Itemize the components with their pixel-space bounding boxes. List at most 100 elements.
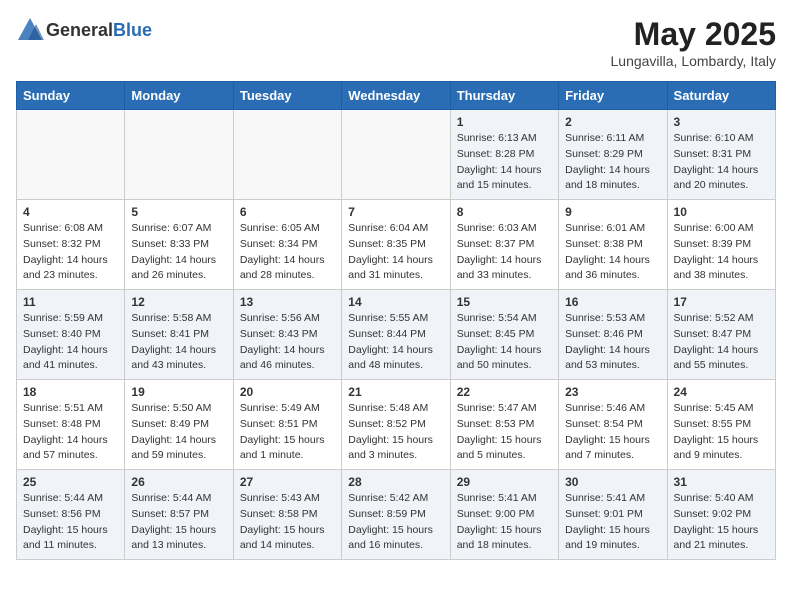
day-number: 20 <box>240 385 335 399</box>
day-number: 16 <box>565 295 660 309</box>
day-number: 19 <box>131 385 226 399</box>
calendar-cell: 17Sunrise: 5:52 AMSunset: 8:47 PMDayligh… <box>667 290 775 380</box>
calendar-week-row: 25Sunrise: 5:44 AMSunset: 8:56 PMDayligh… <box>17 470 776 560</box>
day-number: 10 <box>674 205 769 219</box>
day-info: Sunrise: 6:07 AMSunset: 8:33 PMDaylight:… <box>131 221 226 284</box>
logo-blue-text: Blue <box>113 20 152 40</box>
day-info: Sunrise: 6:00 AMSunset: 8:39 PMDaylight:… <box>674 221 769 284</box>
day-info: Sunrise: 6:03 AMSunset: 8:37 PMDaylight:… <box>457 221 552 284</box>
day-number: 27 <box>240 475 335 489</box>
calendar-cell: 14 Sunrise: 5:55 AMSunset: 8:44 PMDayligh… <box>342 290 450 380</box>
calendar-cell: 10 Sunrise: 6:00 AMSunset: 8:39 PMDayligh… <box>667 200 775 290</box>
calendar-cell: 7 Sunrise: 6:04 AMSunset: 8:35 PMDaylight… <box>342 200 450 290</box>
day-number: 2 <box>565 115 660 129</box>
calendar-cell <box>342 110 450 200</box>
day-of-week-header: Friday <box>559 82 667 110</box>
day-info: Sunrise: 5:51 AMSunset: 8:48 PMDaylight:… <box>23 401 118 464</box>
day-number: 17 <box>674 295 769 309</box>
calendar-cell <box>233 110 341 200</box>
calendar-cell: 23Sunrise: 5:46 AMSunset: 8:54 PMDayligh… <box>559 380 667 470</box>
calendar-cell: 27 Sunrise: 5:43 AMSunset: 8:58 PMDayligh… <box>233 470 341 560</box>
day-info: Sunrise: 5:48 AMSunset: 8:52 PMDaylight:… <box>348 401 443 464</box>
day-number: 18 <box>23 385 118 399</box>
day-number: 31 <box>674 475 769 489</box>
day-info: Sunrise: 5:45 AMSunset: 8:55 PMDaylight:… <box>674 401 769 464</box>
location: Lungavilla, Lombardy, Italy <box>611 53 777 69</box>
day-of-week-header: Saturday <box>667 82 775 110</box>
day-number: 14 <box>348 295 443 309</box>
day-number: 12 <box>131 295 226 309</box>
calendar-cell: 24 Sunrise: 5:45 AMSunset: 8:55 PMDayligh… <box>667 380 775 470</box>
day-of-week-header: Sunday <box>17 82 125 110</box>
calendar-cell: 9 Sunrise: 6:01 AMSunset: 8:38 PMDaylight… <box>559 200 667 290</box>
calendar-cell: 19 Sunrise: 5:50 AMSunset: 8:49 PMDayligh… <box>125 380 233 470</box>
day-info: Sunrise: 5:54 AMSunset: 8:45 PMDaylight:… <box>457 311 552 374</box>
logo-general-text: General <box>46 20 113 40</box>
calendar-cell: 29Sunrise: 5:41 AMSunset: 9:00 PMDayligh… <box>450 470 558 560</box>
calendar-cell: 15 Sunrise: 5:54 AMSunset: 8:45 PMDayligh… <box>450 290 558 380</box>
day-number: 29 <box>457 475 552 489</box>
day-info: Sunrise: 5:47 AMSunset: 8:53 PMDaylight:… <box>457 401 552 464</box>
day-number: 21 <box>348 385 443 399</box>
day-info: Sunrise: 5:53 AMSunset: 8:46 PMDaylight:… <box>565 311 660 374</box>
day-info: Sunrise: 6:01 AMSunset: 8:38 PMDaylight:… <box>565 221 660 284</box>
logo: GeneralBlue <box>16 16 152 44</box>
calendar-cell: 11Sunrise: 5:59 AMSunset: 8:40 PMDayligh… <box>17 290 125 380</box>
calendar-cell: 28 Sunrise: 5:42 AMSunset: 8:59 PMDayligh… <box>342 470 450 560</box>
day-info: Sunrise: 5:42 AMSunset: 8:59 PMDaylight:… <box>348 491 443 554</box>
day-number: 23 <box>565 385 660 399</box>
day-number: 15 <box>457 295 552 309</box>
calendar-cell: 21 Sunrise: 5:48 AMSunset: 8:52 PMDayligh… <box>342 380 450 470</box>
calendar-cell: 16 Sunrise: 5:53 AMSunset: 8:46 PMDayligh… <box>559 290 667 380</box>
day-of-week-header: Wednesday <box>342 82 450 110</box>
day-info: Sunrise: 6:04 AMSunset: 8:35 PMDaylight:… <box>348 221 443 284</box>
calendar-week-row: 11Sunrise: 5:59 AMSunset: 8:40 PMDayligh… <box>17 290 776 380</box>
day-of-week-header: Thursday <box>450 82 558 110</box>
calendar-cell: 2 Sunrise: 6:11 AMSunset: 8:29 PMDaylight… <box>559 110 667 200</box>
day-number: 5 <box>131 205 226 219</box>
day-info: Sunrise: 5:40 AMSunset: 9:02 PMDaylight:… <box>674 491 769 554</box>
logo-icon <box>16 16 44 44</box>
calendar-cell: 25Sunrise: 5:44 AMSunset: 8:56 PMDayligh… <box>17 470 125 560</box>
calendar-cell: 8Sunrise: 6:03 AMSunset: 8:37 PMDaylight… <box>450 200 558 290</box>
day-number: 7 <box>348 205 443 219</box>
day-number: 25 <box>23 475 118 489</box>
day-of-week-header: Monday <box>125 82 233 110</box>
day-number: 24 <box>674 385 769 399</box>
day-number: 13 <box>240 295 335 309</box>
calendar-cell: 5 Sunrise: 6:07 AMSunset: 8:33 PMDaylight… <box>125 200 233 290</box>
day-info: Sunrise: 6:11 AMSunset: 8:29 PMDaylight:… <box>565 131 660 194</box>
calendar-cell: 20 Sunrise: 5:49 AMSunset: 8:51 PMDayligh… <box>233 380 341 470</box>
day-info: Sunrise: 5:55 AMSunset: 8:44 PMDaylight:… <box>348 311 443 374</box>
day-info: Sunrise: 5:41 AMSunset: 9:01 PMDaylight:… <box>565 491 660 554</box>
calendar-cell: 6Sunrise: 6:05 AMSunset: 8:34 PMDaylight… <box>233 200 341 290</box>
day-info: Sunrise: 6:05 AMSunset: 8:34 PMDaylight:… <box>240 221 335 284</box>
day-info: Sunrise: 5:44 AMSunset: 8:57 PMDaylight:… <box>131 491 226 554</box>
calendar-cell: 12 Sunrise: 5:58 AMSunset: 8:41 PMDayligh… <box>125 290 233 380</box>
day-info: Sunrise: 5:56 AMSunset: 8:43 PMDaylight:… <box>240 311 335 374</box>
calendar-cell <box>125 110 233 200</box>
day-info: Sunrise: 6:13 AMSunset: 8:28 PMDaylight:… <box>457 131 552 194</box>
day-of-week-header: Tuesday <box>233 82 341 110</box>
calendar-cell: 22Sunrise: 5:47 AMSunset: 8:53 PMDayligh… <box>450 380 558 470</box>
calendar-week-row: 1 Sunrise: 6:13 AMSunset: 8:28 PMDaylight… <box>17 110 776 200</box>
title-block: May 2025 Lungavilla, Lombardy, Italy <box>611 16 777 69</box>
calendar-cell <box>17 110 125 200</box>
day-number: 1 <box>457 115 552 129</box>
day-number: 30 <box>565 475 660 489</box>
day-number: 9 <box>565 205 660 219</box>
day-info: Sunrise: 5:43 AMSunset: 8:58 PMDaylight:… <box>240 491 335 554</box>
calendar-cell: 31 Sunrise: 5:40 AMSunset: 9:02 PMDayligh… <box>667 470 775 560</box>
day-info: Sunrise: 5:58 AMSunset: 8:41 PMDaylight:… <box>131 311 226 374</box>
day-number: 3 <box>674 115 769 129</box>
calendar-table: SundayMondayTuesdayWednesdayThursdayFrid… <box>16 81 776 560</box>
day-info: Sunrise: 5:59 AMSunset: 8:40 PMDaylight:… <box>23 311 118 374</box>
page-header: GeneralBlue May 2025 Lungavilla, Lombard… <box>16 16 776 69</box>
day-info: Sunrise: 5:49 AMSunset: 8:51 PMDaylight:… <box>240 401 335 464</box>
calendar-week-row: 4Sunrise: 6:08 AMSunset: 8:32 PMDaylight… <box>17 200 776 290</box>
calendar-cell: 4Sunrise: 6:08 AMSunset: 8:32 PMDaylight… <box>17 200 125 290</box>
day-number: 28 <box>348 475 443 489</box>
calendar-cell: 18 Sunrise: 5:51 AMSunset: 8:48 PMDayligh… <box>17 380 125 470</box>
day-info: Sunrise: 5:50 AMSunset: 8:49 PMDaylight:… <box>131 401 226 464</box>
month-year: May 2025 <box>611 16 777 53</box>
